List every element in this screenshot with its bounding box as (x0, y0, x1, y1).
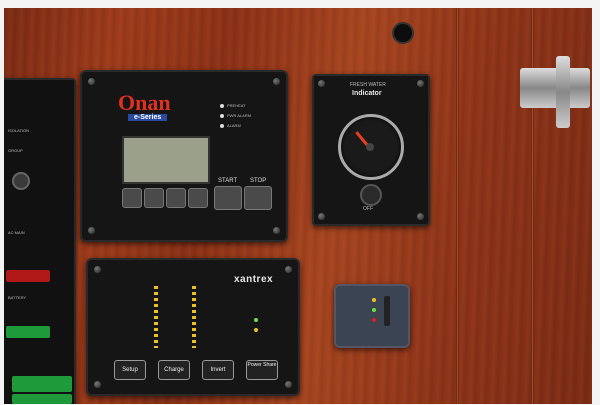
small-status-panel (334, 284, 410, 348)
wood-seam (456, 8, 459, 404)
xantrex-logo: xantrex (234, 274, 274, 285)
screw (417, 213, 424, 220)
hinge-plate (556, 56, 570, 128)
water-gauge (338, 114, 404, 180)
indicator-title: Indicator (352, 90, 382, 97)
fresh-water-header: FRESH WATER (350, 82, 386, 88)
screw (318, 80, 325, 87)
xantrex-inverter-panel: xantrex Setup Charge Invert Power Share (86, 258, 300, 396)
off-label: OFF (363, 206, 373, 212)
alarm-indicator (220, 124, 224, 128)
screw (318, 213, 325, 220)
status-led-amber (254, 328, 258, 332)
charge-button[interactable]: Charge (158, 360, 190, 380)
screw (285, 266, 292, 273)
led-bar-dc-volts (154, 286, 158, 348)
preheat-indicator (220, 104, 224, 108)
start-button[interactable] (214, 186, 242, 210)
gauge-hub (366, 143, 374, 151)
pwr-alarm-indicator (220, 114, 224, 118)
power-share-button[interactable]: Power Share (246, 360, 278, 380)
menu-button-1[interactable] (122, 188, 142, 208)
screw (273, 227, 280, 234)
screw (417, 80, 424, 87)
led-bar-dc-amps (192, 286, 196, 348)
status-led-2 (372, 308, 376, 312)
status-led-3 (372, 318, 376, 322)
green-switch-lower[interactable] (12, 376, 72, 392)
stop-button[interactable] (244, 186, 272, 210)
preheat-label: PREHEAT (227, 103, 246, 108)
toggle-switch[interactable] (384, 296, 390, 326)
selector-knob[interactable] (360, 184, 382, 206)
screw (273, 78, 280, 85)
status-led-green (254, 318, 258, 322)
round-plug (392, 22, 414, 44)
lcd-display (122, 136, 210, 184)
left-switch-panel: ISOLATION GROUP AC MAIN BATTERY (4, 78, 76, 404)
alarm-label: ALARM (227, 123, 241, 128)
screw (94, 266, 101, 273)
door-hinge (520, 68, 590, 108)
fresh-water-panel: FRESH WATER Indicator OFF (312, 74, 430, 226)
screw (285, 381, 292, 388)
menu-button-3[interactable] (166, 188, 186, 208)
pwr-alarm-label: PWR ALARM (227, 113, 252, 118)
rotary-knob[interactable] (12, 172, 30, 190)
red-breaker-switch[interactable] (6, 270, 50, 282)
onan-logo: Onan (118, 90, 171, 115)
stop-label: STOP (250, 178, 267, 184)
green-switch-bottom[interactable] (12, 394, 72, 404)
photo-frame: ISOLATION GROUP AC MAIN BATTERY Onan e-S… (4, 8, 592, 404)
screw (88, 78, 95, 85)
e-series-badge: e-Series (128, 114, 168, 121)
screw (94, 381, 101, 388)
green-breaker-switch[interactable] (6, 326, 50, 338)
invert-button[interactable]: Invert (202, 360, 234, 380)
menu-button-4[interactable] (188, 188, 208, 208)
onan-generator-panel: Onan e-Series PREHEAT PWR ALARM ALARM ST… (80, 70, 288, 242)
start-label: START (218, 178, 238, 184)
setup-button[interactable]: Setup (114, 360, 146, 380)
menu-button-2[interactable] (144, 188, 164, 208)
status-led-1 (372, 298, 376, 302)
screw (88, 227, 95, 234)
